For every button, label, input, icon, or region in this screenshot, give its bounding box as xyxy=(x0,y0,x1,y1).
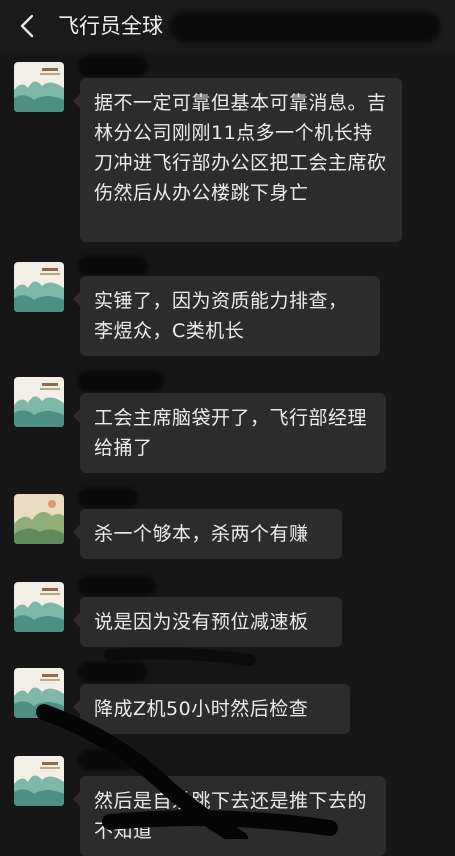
avatar[interactable] xyxy=(14,668,64,718)
message-bubble[interactable]: 降成Z机50小时然后检查 xyxy=(73,684,350,734)
sender-name-redaction xyxy=(78,56,148,76)
avatar[interactable] xyxy=(14,62,64,112)
sender-name-redaction xyxy=(78,371,164,391)
sender-name-redaction xyxy=(78,256,148,276)
chevron-left-icon[interactable] xyxy=(14,12,40,40)
avatar[interactable] xyxy=(14,582,64,632)
chat-title: 飞行员全球 xyxy=(58,14,163,38)
message-bubble[interactable]: 说是因为没有预位减速板 xyxy=(73,597,342,647)
sender-name-redaction xyxy=(78,750,138,770)
message-bubble[interactable]: 工会主席脑袋开了，飞行部经理给捅了 xyxy=(73,393,386,473)
sender-name-redaction xyxy=(78,662,148,682)
title-redaction xyxy=(170,12,440,42)
avatar[interactable] xyxy=(14,756,64,806)
sender-name-redaction xyxy=(78,488,138,508)
avatar[interactable] xyxy=(14,377,64,427)
avatar[interactable] xyxy=(14,494,64,544)
message-bubble[interactable]: 杀一个够本，杀两个有赚 xyxy=(73,509,342,559)
message-bubble[interactable]: 实锤了，因为资质能力排查，李煜众，C类机长 xyxy=(73,276,380,356)
message-bubble[interactable]: 据不一定可靠但基本可靠消息。吉林分公司刚刚11点多一个机长持刀冲进飞行部办公区把… xyxy=(73,78,402,242)
message-bubble[interactable]: 然后是自杀跳下去还是推下去的不知道 xyxy=(73,776,386,856)
sender-name-redaction xyxy=(78,576,156,596)
avatar[interactable] xyxy=(14,262,64,312)
chat-header: 飞行员全球 xyxy=(0,0,455,52)
